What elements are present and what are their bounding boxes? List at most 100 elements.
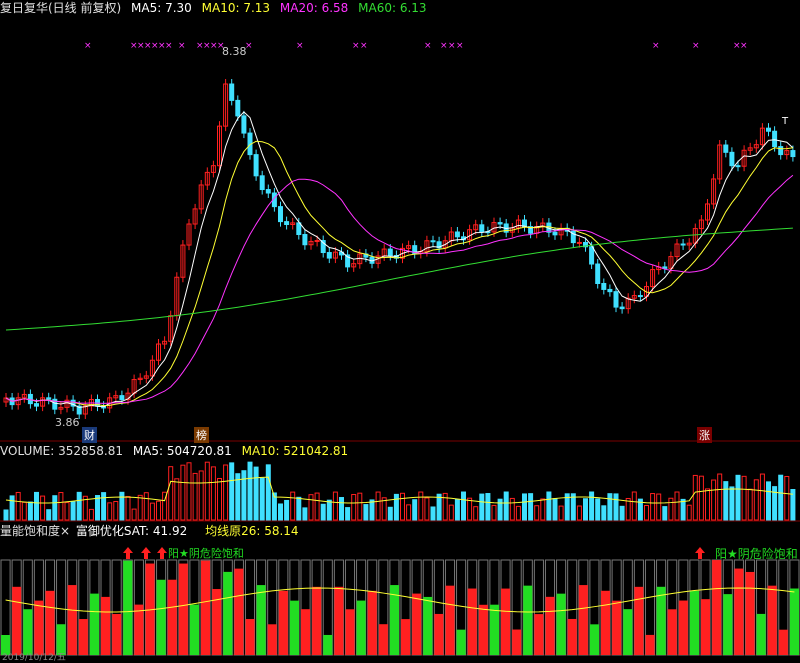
volume-bar — [296, 496, 302, 521]
candle-body — [387, 248, 393, 257]
volume-bar — [290, 491, 296, 521]
ma5-value: MA5: 7.30 — [131, 1, 192, 15]
volume-bar — [192, 472, 198, 521]
volume-bar — [369, 499, 375, 521]
saturation-bar — [345, 609, 355, 655]
event-tag-list[interactable]: 榜 — [194, 427, 209, 443]
saturation-bar — [589, 624, 599, 655]
volume-bar — [515, 505, 521, 521]
volume-bar — [418, 491, 424, 521]
saturation-indicator-bars — [0, 559, 800, 656]
volume-bar — [210, 466, 216, 521]
volume-bar — [198, 470, 204, 521]
candle-body — [454, 231, 460, 238]
saturation-bar — [534, 614, 544, 655]
volume-bar — [680, 498, 686, 521]
candle-body — [241, 115, 247, 134]
signal-x-marker: × — [448, 41, 456, 51]
saturation-bar — [578, 585, 588, 655]
kline-chart[interactable]: × × × × × × × × × × × × × × × × × × × × × × × × — [0, 0, 800, 659]
volume-bar — [95, 495, 100, 521]
volume-bar — [125, 495, 131, 521]
volume-bar — [454, 498, 460, 521]
volume-bar — [576, 505, 582, 521]
volume-bar — [467, 497, 473, 521]
indicator-base: 均线原26: 58.14 — [205, 524, 299, 538]
candle-body — [576, 241, 582, 244]
volume-bar — [259, 477, 265, 521]
volume-bar — [735, 474, 741, 521]
signal-x-marker: × — [740, 41, 748, 51]
stock-title[interactable]: 复日复华(日线 前复权) — [0, 1, 121, 15]
event-tag-finance[interactable]: 财 — [82, 427, 97, 443]
volume-bar — [741, 475, 747, 521]
volume-bar — [235, 473, 241, 521]
saturation-bar — [434, 613, 444, 655]
candle-body — [619, 306, 625, 310]
volume-bar — [412, 499, 418, 521]
ma20-line — [5, 174, 794, 404]
candle-body — [595, 263, 601, 284]
volume-bar — [217, 477, 222, 521]
saturation-bar — [789, 588, 799, 655]
volume-bar — [668, 497, 674, 521]
saturation-bar — [45, 590, 55, 655]
candle-body — [46, 397, 52, 400]
date-footer: 2019/10/12/五 — [2, 653, 66, 663]
volume-bar — [332, 491, 338, 521]
saturation-bar — [223, 571, 233, 655]
volume-bar — [204, 461, 210, 521]
saturation-bar — [701, 599, 711, 655]
signal-x-marker: × — [165, 41, 173, 51]
indicator-sat: 富御优化SAT: 41.92 — [75, 524, 188, 538]
volume-bar — [448, 504, 454, 521]
volume-bar — [9, 495, 15, 521]
indicator-name[interactable]: 量能饱和度× — [0, 524, 70, 538]
saturation-bar — [567, 618, 577, 655]
volume-bar — [674, 491, 680, 521]
volume-bar — [393, 493, 399, 521]
volume-bar — [491, 504, 497, 521]
saturation-bar — [289, 600, 299, 655]
ma60-line — [5, 227, 793, 331]
saturation-bar — [256, 585, 266, 655]
saturation-bar — [745, 571, 755, 655]
volume-bar — [613, 493, 619, 521]
candle-body — [314, 240, 320, 243]
saturation-bar — [367, 590, 377, 655]
saturation-bar — [23, 609, 33, 655]
candle-body — [430, 240, 436, 243]
signal-x-marker: × — [178, 41, 186, 51]
saturation-bar — [201, 560, 211, 655]
volume-bar — [168, 466, 174, 521]
volume-bar — [656, 493, 662, 521]
saturation-bar — [634, 586, 644, 655]
volume-header: VOLUME: 352858.81 MA5: 504720.81 MA10: 5… — [0, 444, 354, 458]
volume-bar — [686, 504, 692, 521]
volume-bar — [21, 501, 27, 521]
volume-bar — [644, 505, 649, 521]
candle-body — [229, 83, 235, 101]
candle-body — [259, 175, 265, 191]
volume-bar — [784, 475, 790, 521]
candle-body — [790, 150, 796, 158]
saturation-bar — [101, 596, 111, 655]
volume-bar — [729, 486, 735, 521]
volume-bar — [345, 507, 351, 521]
volume-bar — [15, 491, 21, 521]
candle-body — [552, 231, 558, 236]
event-tag-limit-up[interactable]: 涨 — [697, 427, 712, 443]
volume-bar — [174, 478, 180, 521]
volume-bar — [424, 497, 430, 521]
volume-bar — [107, 502, 113, 521]
candle-body — [265, 189, 271, 194]
signal-text-right: 阳★阴危险饱和 — [715, 547, 798, 561]
volume-bar — [766, 481, 771, 521]
low-price-label: 3.86 — [55, 416, 80, 429]
saturation-bar — [112, 613, 122, 655]
saturation-bar — [523, 585, 533, 655]
volume-bar — [534, 505, 540, 521]
saturation-bar — [467, 588, 477, 655]
volume-bar — [436, 493, 442, 521]
volume-bar — [375, 491, 381, 521]
